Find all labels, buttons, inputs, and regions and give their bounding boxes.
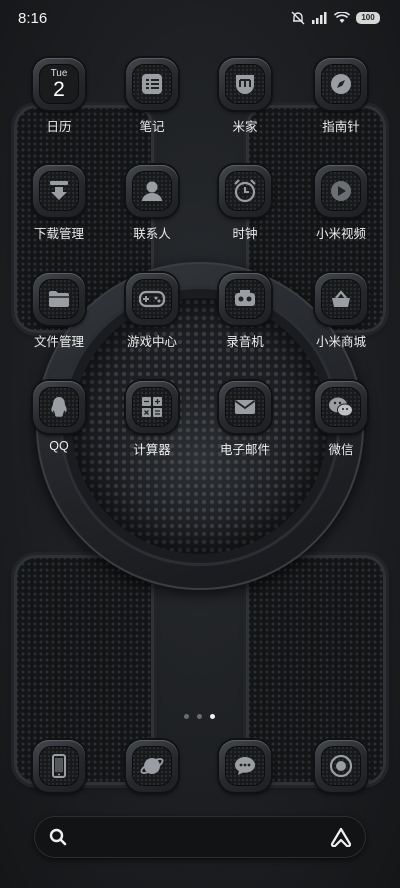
app-email[interactable]: 电子邮件 [200,381,290,458]
wechat-icon [321,387,361,427]
app-download-manager[interactable]: 下载管理 [14,165,104,242]
app-icon-frame [219,58,271,110]
app-mi-store[interactable]: 小米商城 [296,273,386,350]
app-icon-frame [219,740,271,792]
app-label: 小米视频 [315,227,366,241]
clock-icon [225,171,265,211]
calendar-date: 2 [53,77,65,101]
battery-icon: 100 [356,12,380,24]
assistant-icon[interactable] [330,827,352,852]
app-label: 计算器 [133,443,171,457]
app-calculator[interactable]: 计算器 [107,381,197,458]
app-qq[interactable]: QQ [14,381,104,453]
dock-app-phone-device[interactable] [14,740,104,792]
camera-icon [321,746,361,786]
email-icon [225,387,265,427]
app-icon-frame [33,165,85,217]
dock-app-camera[interactable] [296,740,386,792]
app-icon-frame [126,273,178,325]
app-icon-frame [126,381,178,433]
page-dot[interactable] [184,714,189,719]
app-icon-frame [33,273,85,325]
app-label: 指南针 [322,120,360,134]
page-indicator [184,714,215,719]
app-icon-frame [315,273,367,325]
status-bar: 8:16 100 [0,0,400,36]
app-icon-frame [315,381,367,433]
download-icon [39,171,79,211]
app-icon-frame [126,165,178,217]
browser-planet-icon [132,746,172,786]
app-label: 笔记 [139,120,165,134]
app-icon-frame [126,740,178,792]
contacts-icon [132,171,172,211]
compass-icon [321,64,361,104]
app-compass[interactable]: 指南针 [296,58,386,135]
app-label: 电子邮件 [219,443,270,457]
app-clock[interactable]: 时钟 [200,165,290,242]
signal-icon [312,12,328,24]
app-mi-video[interactable]: 小米视频 [296,165,386,242]
page-dot[interactable] [197,714,202,719]
notes-icon [132,64,172,104]
video-icon [321,171,361,211]
folder-icon [39,279,79,319]
app-label: 下载管理 [33,227,84,241]
dock-app-browser[interactable] [107,740,197,792]
calculator-icon [132,387,172,427]
app-label: 微信 [328,443,354,457]
app-wechat[interactable]: 微信 [296,381,386,458]
app-label: 小米商城 [315,335,366,349]
app-game-center[interactable]: 游戏中心 [107,273,197,350]
wifi-icon [334,12,350,24]
app-calendar[interactable]: Tue 2 日历 [14,58,104,135]
app-label: 米家 [232,120,258,134]
search-icon[interactable] [48,827,68,852]
app-icon-frame [33,381,85,433]
search-bar[interactable] [34,816,366,858]
dock-app-messages[interactable] [200,740,290,792]
app-icon-frame [219,165,271,217]
app-icon-frame [219,273,271,325]
status-icons: 100 [290,11,380,25]
messages-icon [225,746,265,786]
app-label: 文件管理 [33,335,84,349]
app-label: QQ [49,439,69,453]
mijia-icon [225,64,265,104]
app-label: 游戏中心 [126,335,177,349]
calendar-icon: Tue 2 [39,64,79,104]
phone-device-icon [39,746,79,786]
status-time: 8:16 [18,10,48,27]
store-icon [321,279,361,319]
gamepad-icon [132,279,172,319]
app-label: 联系人 [133,227,171,241]
app-icon-frame [126,58,178,110]
page-dot-active[interactable] [210,714,215,719]
qq-icon [39,387,79,427]
app-icon-frame [315,740,367,792]
app-recorder[interactable]: 录音机 [200,273,290,350]
recorder-icon [225,279,265,319]
calendar-day: Tue [50,67,68,79]
app-label: 日历 [46,120,72,134]
app-label: 时钟 [232,227,258,241]
app-label: 录音机 [226,335,264,349]
app-mijia[interactable]: 米家 [200,58,290,135]
app-icon-frame [219,381,271,433]
app-icon-frame [315,58,367,110]
app-file-manager[interactable]: 文件管理 [14,273,104,350]
app-icon-frame [315,165,367,217]
app-icon-frame: Tue 2 [33,58,85,110]
app-contacts[interactable]: 联系人 [107,165,197,242]
app-icon-frame [33,740,85,792]
app-notes[interactable]: 笔记 [107,58,197,135]
alarm-muted-icon [290,11,306,25]
